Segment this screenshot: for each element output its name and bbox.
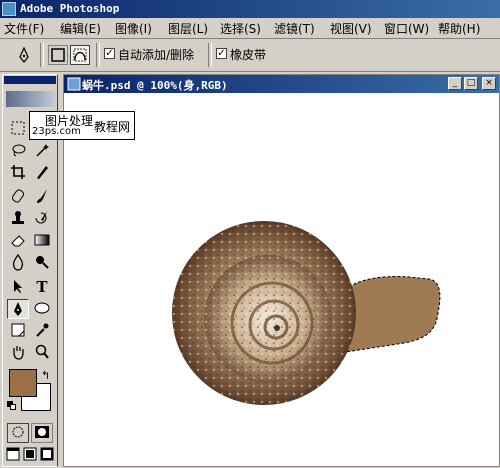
ellipse-tool-icon[interactable] xyxy=(31,299,53,319)
notes-tool-icon[interactable] xyxy=(7,321,29,341)
magic-wand-tool-icon[interactable] xyxy=(31,141,53,161)
options-separator xyxy=(40,43,44,67)
menu-help[interactable]: 帮助(H) xyxy=(438,20,480,37)
rubber-band-checkbox[interactable]: ✓ xyxy=(216,48,227,59)
snail-shell xyxy=(172,221,356,405)
menu-image[interactable]: 图像(I) xyxy=(115,20,152,37)
rubber-band-label: 橡皮带 xyxy=(230,48,267,62)
swap-colors-icon[interactable]: ↰ xyxy=(41,369,50,382)
pen-tool-icon[interactable] xyxy=(7,299,29,319)
lasso-tool-icon[interactable] xyxy=(7,141,29,161)
menu-select[interactable]: 选择(S) xyxy=(220,20,261,37)
menu-window[interactable]: 窗口(W) xyxy=(384,20,429,37)
foreground-color-swatch-front[interactable] xyxy=(9,369,37,397)
options-separator xyxy=(96,43,100,67)
paths-button[interactable] xyxy=(70,45,90,65)
close-icon[interactable]: × xyxy=(482,77,496,90)
type-tool-icon[interactable]: T xyxy=(31,277,53,297)
eraser-tool-icon[interactable] xyxy=(7,231,29,251)
quick-mask-mode-icon[interactable] xyxy=(31,423,53,443)
brush-tool-icon[interactable] xyxy=(31,187,53,207)
healing-brush-tool-icon[interactable] xyxy=(7,187,29,207)
eyedropper-tool-icon[interactable] xyxy=(31,321,53,341)
photoshop-logo[interactable] xyxy=(6,91,56,107)
marquee-tool-icon[interactable] xyxy=(7,119,29,139)
crop-tool-icon[interactable] xyxy=(7,163,29,183)
blur-tool-icon[interactable] xyxy=(7,253,29,273)
full-screen-mode-icon[interactable] xyxy=(39,447,55,467)
dodge-tool-icon[interactable] xyxy=(31,253,53,273)
menu-edit[interactable]: 编辑(E) xyxy=(60,20,101,37)
app-titlebar[interactable]: Adobe Photoshop xyxy=(0,0,500,18)
menu-view[interactable]: 视图(V) xyxy=(330,20,372,37)
options-bar: ✓ 自动添加/删除 ✓ 橡皮带 xyxy=(0,39,500,72)
shape-layers-button[interactable] xyxy=(48,45,68,65)
zoom-tool-icon[interactable] xyxy=(31,343,53,363)
history-brush-tool-icon[interactable] xyxy=(31,209,53,229)
toolbox-titlebar[interactable] xyxy=(4,76,56,84)
standard-mode-icon[interactable] xyxy=(7,423,29,443)
photoshop-app-icon xyxy=(2,2,16,16)
options-separator xyxy=(208,43,212,67)
standard-screen-mode-icon[interactable] xyxy=(5,447,21,467)
path-selection-tool-icon[interactable] xyxy=(7,277,29,297)
pen-icon xyxy=(19,46,29,63)
canvas[interactable] xyxy=(64,93,499,466)
document-title: 蜗牛.psd @ 100%(身,RGB) xyxy=(82,79,228,92)
auto-add-delete-label: 自动添加/删除 xyxy=(118,48,195,62)
hand-tool-icon[interactable] xyxy=(7,343,29,363)
tooltip-line-2: 23ps.com xyxy=(32,126,81,137)
slice-tool-icon[interactable] xyxy=(31,163,53,183)
auto-add-delete-checkbox[interactable]: ✓ xyxy=(104,48,115,59)
gradient-tool-icon[interactable] xyxy=(31,231,53,251)
document-titlebar[interactable]: 蜗牛.psd @ 100%(身,RGB) _ □ × xyxy=(64,75,499,93)
tooltip: 图片处理 23ps.com 教程网 xyxy=(29,111,135,140)
maximize-icon[interactable]: □ xyxy=(464,77,478,90)
paths-icon xyxy=(73,48,87,62)
app-title: Adobe Photoshop xyxy=(20,2,120,15)
document-icon xyxy=(67,77,81,91)
menu-filter[interactable]: 滤镜(T) xyxy=(274,20,315,37)
tooltip-line-3: 教程网 xyxy=(94,120,131,134)
menu-bar: 文件(F) 编辑(E) 图像(I) 图层(L) 选择(S) 滤镜(T) 视图(V… xyxy=(0,18,500,39)
full-screen-menu-mode-icon[interactable] xyxy=(22,447,38,467)
menu-layer[interactable]: 图层(L) xyxy=(168,20,208,37)
default-colors-icon[interactable] xyxy=(7,401,17,411)
minimize-icon[interactable]: _ xyxy=(448,77,462,90)
shape-layers-icon xyxy=(51,48,65,62)
pen-tool-preset-button[interactable] xyxy=(14,45,34,65)
clone-stamp-tool-icon[interactable] xyxy=(7,209,29,229)
menu-file[interactable]: 文件(F) xyxy=(4,20,44,37)
